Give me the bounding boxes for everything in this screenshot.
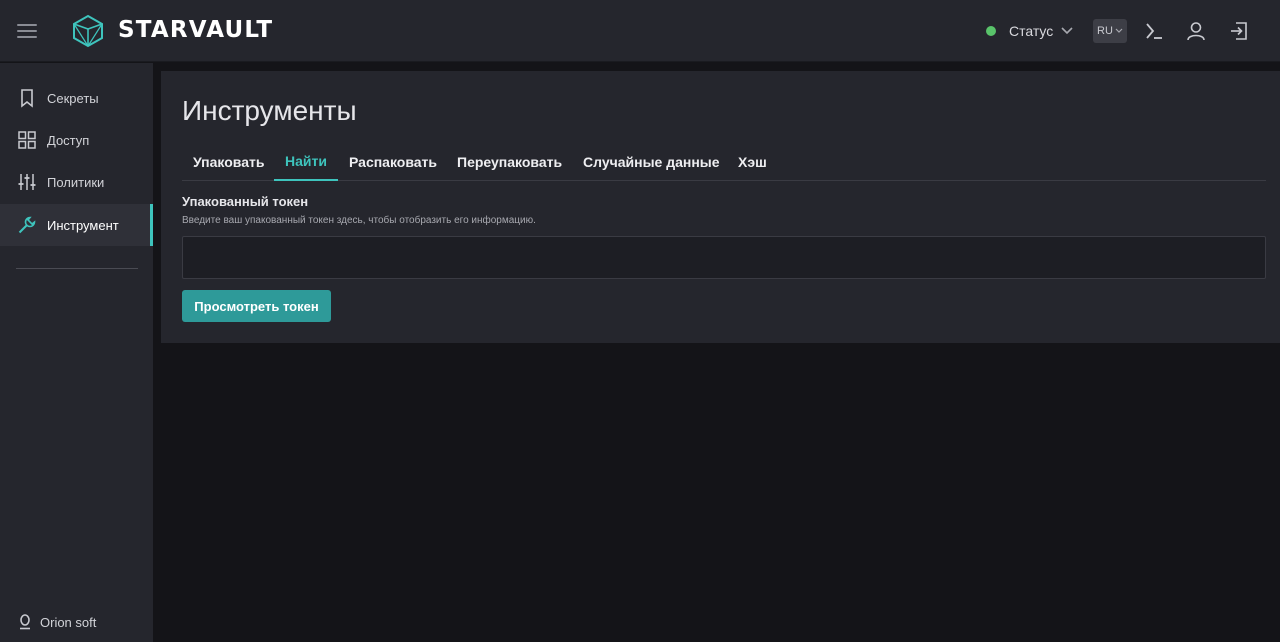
sidebar-item-secrets[interactable]: Секреты (0, 77, 153, 119)
top-header: STARVAULT Статус RU (0, 0, 1280, 62)
bookmark-icon (21, 89, 33, 108)
sidebar-item-policies[interactable]: Политики (0, 161, 153, 203)
wrench-icon (18, 216, 36, 234)
wrapped-token-input[interactable] (182, 236, 1266, 279)
sidebar-item-label: Секреты (47, 90, 99, 106)
sidebar-item-tools[interactable]: Инструмент (0, 204, 153, 246)
logout-icon[interactable] (1228, 20, 1250, 42)
grid-icon (18, 131, 36, 149)
tab-wrap[interactable]: Упаковать (182, 143, 275, 181)
console-icon[interactable] (1143, 20, 1165, 42)
vendor-label: Orion soft (40, 614, 97, 630)
active-indicator (150, 204, 153, 246)
language-label: RU (1097, 25, 1113, 37)
sidebar-item-label: Инструмент (47, 217, 119, 233)
page-title: Инструменты (182, 95, 357, 126)
token-field-label: Упакованный токен (182, 194, 309, 209)
tab-unwrap[interactable]: Распаковать (338, 143, 448, 181)
lookup-token-button[interactable]: Просмотреть токен (182, 290, 331, 322)
tab-lookup[interactable]: Найти (274, 143, 338, 181)
sliders-icon (18, 174, 36, 190)
status-indicator (986, 26, 996, 36)
sidebar-item-access[interactable]: Доступ (0, 119, 153, 161)
user-icon[interactable] (1185, 20, 1207, 42)
status-label: Статус (1009, 23, 1054, 39)
vendor-link[interactable]: Orion soft (18, 614, 96, 630)
sidebar: Секреты Доступ Политики Инструмент Orion… (0, 63, 153, 642)
tools-panel: Инструменты Упаковать Найти Распаковать … (161, 71, 1280, 343)
sidebar-item-label: Доступ (47, 132, 90, 148)
logo-text: STARVAULT (118, 17, 274, 43)
tab-rewrap[interactable]: Переупаковать (446, 143, 573, 181)
menu-icon[interactable] (17, 24, 37, 38)
status-dropdown[interactable]: Статус (986, 20, 1073, 42)
sidebar-divider (16, 268, 138, 269)
tab-hash[interactable]: Хэш (727, 143, 778, 181)
tab-random-data[interactable]: Случайные данные (572, 143, 731, 181)
chevron-down-icon (1061, 27, 1073, 35)
orion-logo-icon (20, 614, 30, 630)
language-selector[interactable]: RU (1093, 19, 1127, 43)
logo-icon (73, 14, 103, 48)
token-field-help: Введите ваш упакованный токен здесь, что… (182, 215, 536, 226)
sidebar-item-label: Политики (47, 174, 105, 190)
tools-tabs: Упаковать Найти Распаковать Переупаковат… (182, 143, 1266, 181)
chevron-down-icon (1115, 28, 1123, 33)
